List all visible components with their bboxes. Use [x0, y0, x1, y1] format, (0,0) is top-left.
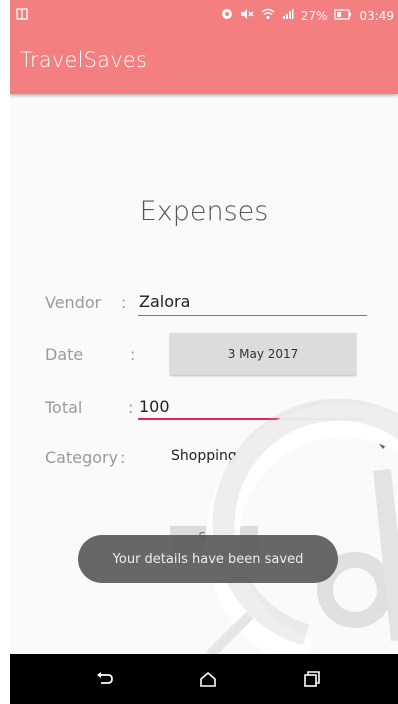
battery-icon [334, 8, 352, 23]
vendor-label: Vendor [45, 293, 102, 312]
recents-icon[interactable] [282, 654, 342, 704]
screen-edge [0, 0, 10, 704]
home-icon[interactable] [178, 654, 238, 704]
notification-icon [16, 8, 28, 23]
page-title: Expenses [139, 196, 269, 227]
signal-icon [282, 8, 294, 23]
toast-message: Your details have been saved [78, 535, 338, 583]
mute-icon [240, 8, 254, 23]
vendor-input-underline [138, 315, 367, 316]
vendor-separator: : [121, 293, 127, 312]
battery-percent: 27% [300, 8, 328, 23]
category-label: Category [45, 448, 119, 467]
navigation-bar [10, 654, 398, 704]
status-bar: 27% 03:49 [10, 0, 398, 30]
vendor-input[interactable]: Zalora [139, 292, 190, 311]
app-bar: TravelSaves [10, 30, 398, 94]
back-icon[interactable] [75, 654, 135, 704]
category-spinner[interactable]: Shopping [171, 448, 237, 464]
total-input[interactable]: 100 [139, 397, 170, 416]
chevron-down-icon[interactable] [379, 444, 387, 449]
data-saver-icon [221, 8, 233, 23]
app-title: TravelSaves [20, 48, 148, 72]
category-separator: : [120, 448, 126, 467]
total-label: Total [45, 398, 83, 417]
total-separator: : [128, 398, 134, 417]
clock: 03:49 [359, 8, 394, 23]
app-screen: 27% 03:49 TravelSaves Expenses Vendor : … [10, 0, 398, 704]
wifi-icon [261, 8, 275, 23]
date-label: Date [45, 345, 84, 364]
date-picker-button[interactable]: 3 May 2017 [170, 333, 356, 375]
date-separator: : [130, 345, 136, 364]
total-input-underline [138, 418, 367, 420]
